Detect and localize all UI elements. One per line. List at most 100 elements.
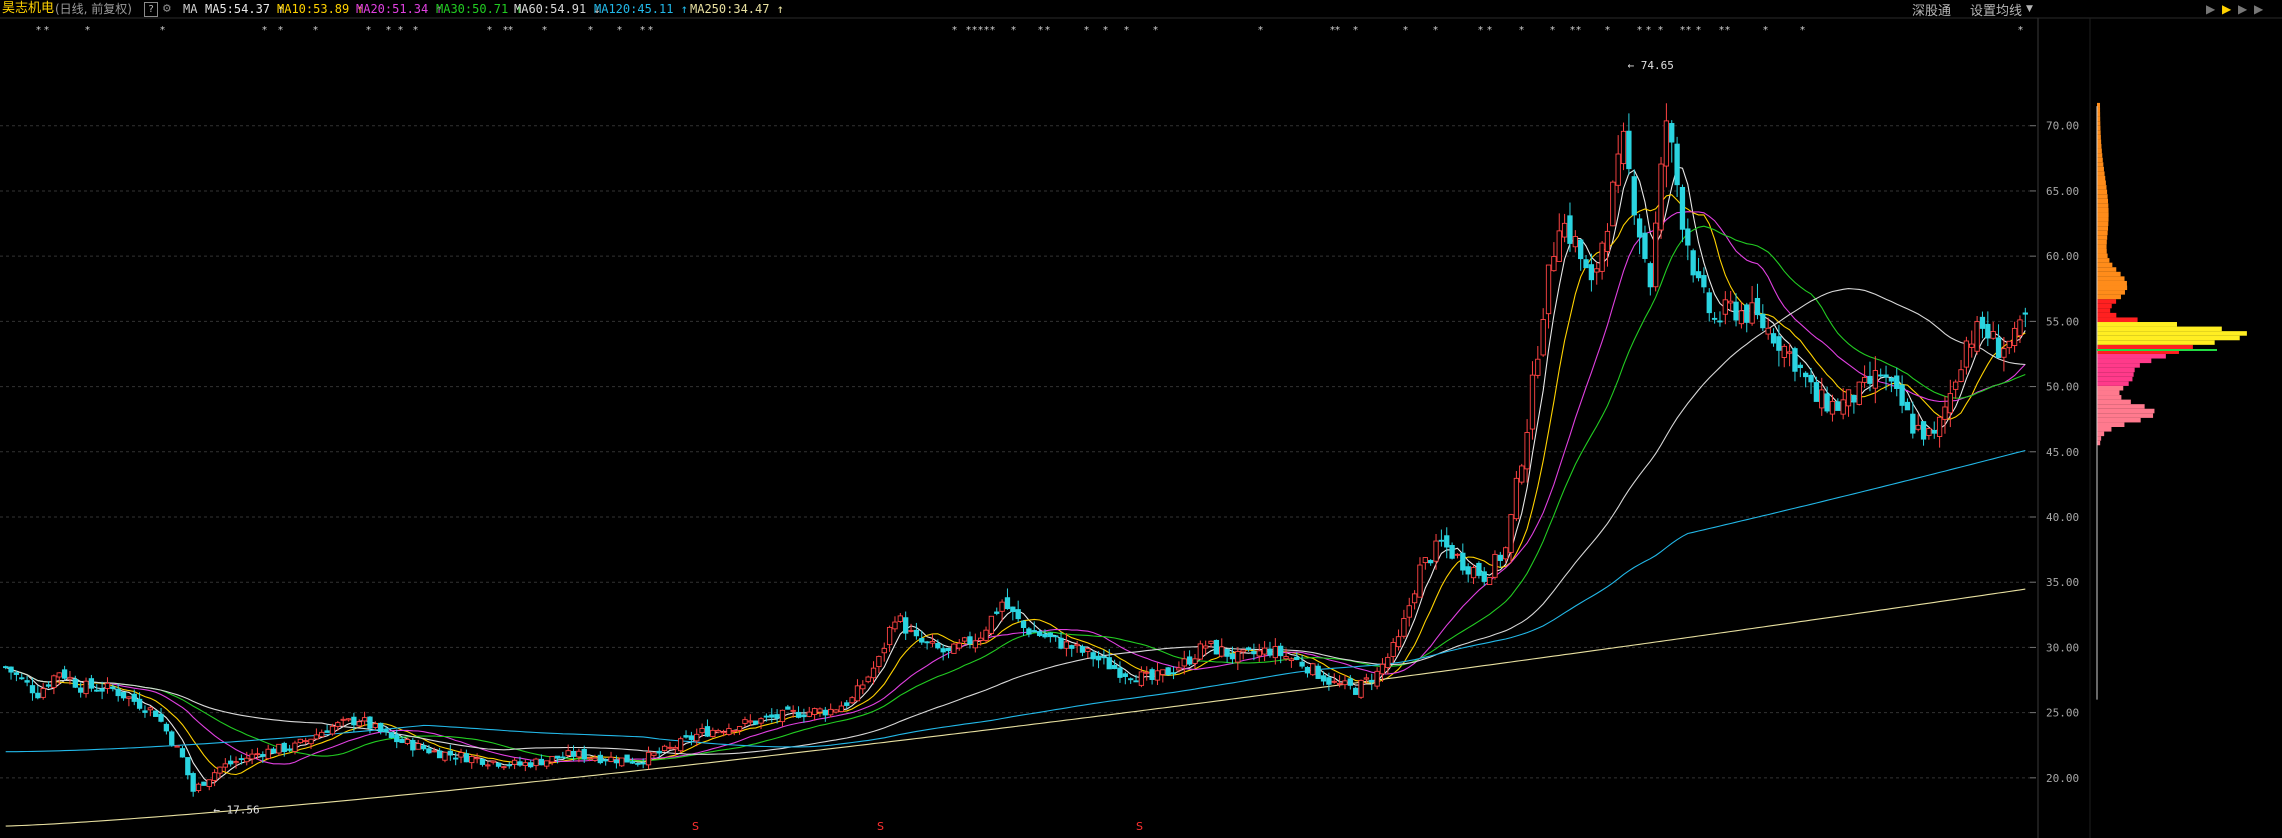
candle[interactable]: [945, 647, 952, 652]
candle[interactable]: [710, 729, 716, 738]
event-marker-icon[interactable]: *: [36, 25, 41, 36]
candle[interactable]: [115, 688, 121, 697]
candle[interactable]: [1969, 343, 1975, 348]
candle[interactable]: [1851, 394, 1857, 403]
candle[interactable]: [335, 722, 341, 727]
candle[interactable]: [1047, 632, 1053, 638]
candle[interactable]: [972, 640, 978, 649]
candle[interactable]: [1529, 374, 1536, 430]
candle[interactable]: [1095, 655, 1102, 661]
candle[interactable]: [1519, 465, 1525, 483]
candle[interactable]: [1985, 323, 1991, 339]
event-marker-icon[interactable]: *: [1800, 25, 1805, 36]
candle[interactable]: [1079, 646, 1086, 653]
candle[interactable]: [453, 757, 459, 760]
candle[interactable]: [367, 716, 373, 729]
candle[interactable]: [1379, 663, 1386, 675]
candle[interactable]: [790, 709, 796, 712]
candle[interactable]: [1620, 130, 1627, 165]
candle[interactable]: [1749, 302, 1755, 324]
candle[interactable]: [120, 691, 127, 699]
event-marker-icon[interactable]: *: [640, 25, 645, 36]
candle[interactable]: [528, 762, 534, 768]
candle[interactable]: [929, 640, 936, 644]
candle[interactable]: [1513, 477, 1520, 520]
candle[interactable]: [426, 748, 432, 754]
candle[interactable]: [1395, 636, 1402, 648]
candle[interactable]: [1685, 228, 1691, 246]
candle[interactable]: [1604, 230, 1611, 252]
candle[interactable]: [1610, 181, 1616, 227]
candle[interactable]: [1819, 389, 1825, 409]
candle[interactable]: [383, 729, 389, 733]
candle[interactable]: [801, 714, 807, 718]
candle[interactable]: [206, 779, 212, 787]
candle[interactable]: [1031, 630, 1037, 633]
signal-marker-icon[interactable]: S: [877, 820, 884, 833]
candle[interactable]: [694, 733, 700, 742]
candle[interactable]: [603, 759, 609, 762]
candle[interactable]: [736, 726, 743, 731]
candle[interactable]: [1181, 658, 1187, 667]
candle[interactable]: [1186, 656, 1193, 665]
event-marker-icon[interactable]: *: [966, 25, 971, 36]
candle[interactable]: [372, 723, 378, 728]
candle[interactable]: [1192, 658, 1198, 664]
candle[interactable]: [394, 734, 400, 743]
candle[interactable]: [501, 766, 507, 769]
candle[interactable]: [870, 667, 877, 679]
candle[interactable]: [763, 715, 770, 718]
candle[interactable]: [1010, 606, 1016, 613]
candle[interactable]: [1658, 163, 1664, 231]
candle[interactable]: [1690, 250, 1696, 276]
candle[interactable]: [1722, 299, 1728, 315]
candle[interactable]: [865, 676, 871, 683]
candle[interactable]: [1106, 657, 1112, 670]
candle[interactable]: [822, 709, 828, 716]
candle[interactable]: [2017, 319, 2023, 337]
event-marker-icon[interactable]: *: [1487, 25, 1492, 36]
candle[interactable]: [1497, 554, 1503, 561]
event-marker-icon[interactable]: *: [1658, 25, 1663, 36]
candle[interactable]: [1272, 646, 1278, 659]
candle[interactable]: [201, 781, 207, 786]
candle[interactable]: [29, 685, 36, 694]
event-marker-icon[interactable]: *: [1686, 25, 1691, 36]
candle[interactable]: [1888, 377, 1895, 382]
event-marker-icon[interactable]: *: [1335, 25, 1340, 36]
candle[interactable]: [1369, 679, 1375, 683]
event-marker-icon[interactable]: *: [1153, 25, 1158, 36]
candle[interactable]: [126, 696, 132, 699]
candle[interactable]: [56, 672, 62, 678]
candle[interactable]: [1931, 430, 1937, 434]
candle[interactable]: [1283, 656, 1289, 660]
event-marker-icon[interactable]: *: [1038, 25, 1043, 36]
event-marker-icon[interactable]: *: [588, 25, 593, 36]
event-marker-icon[interactable]: *: [1478, 25, 1483, 36]
candle[interactable]: [1438, 539, 1445, 542]
event-marker-icon[interactable]: *: [972, 25, 977, 36]
candle[interactable]: [1160, 669, 1166, 675]
candle[interactable]: [1144, 671, 1150, 674]
candle[interactable]: [190, 773, 196, 792]
candle[interactable]: [319, 731, 325, 738]
candle[interactable]: [1020, 620, 1027, 628]
event-marker-icon[interactable]: *: [1403, 25, 1408, 36]
candle[interactable]: [1936, 416, 1943, 437]
candle[interactable]: [667, 746, 673, 749]
candle[interactable]: [1840, 399, 1846, 415]
candle[interactable]: [1299, 661, 1305, 667]
candle[interactable]: [726, 728, 732, 735]
candle[interactable]: [1122, 673, 1128, 677]
candle[interactable]: [1444, 535, 1450, 548]
candle[interactable]: [270, 748, 277, 754]
event-marker-icon[interactable]: *: [1646, 25, 1651, 36]
candle[interactable]: [538, 758, 545, 766]
candle[interactable]: [961, 637, 968, 642]
candle[interactable]: [924, 641, 930, 644]
candle[interactable]: [1829, 400, 1836, 415]
candle[interactable]: [238, 758, 245, 761]
candle[interactable]: [1626, 130, 1632, 170]
candle[interactable]: [415, 743, 421, 750]
event-marker-icon[interactable]: *: [1045, 25, 1050, 36]
